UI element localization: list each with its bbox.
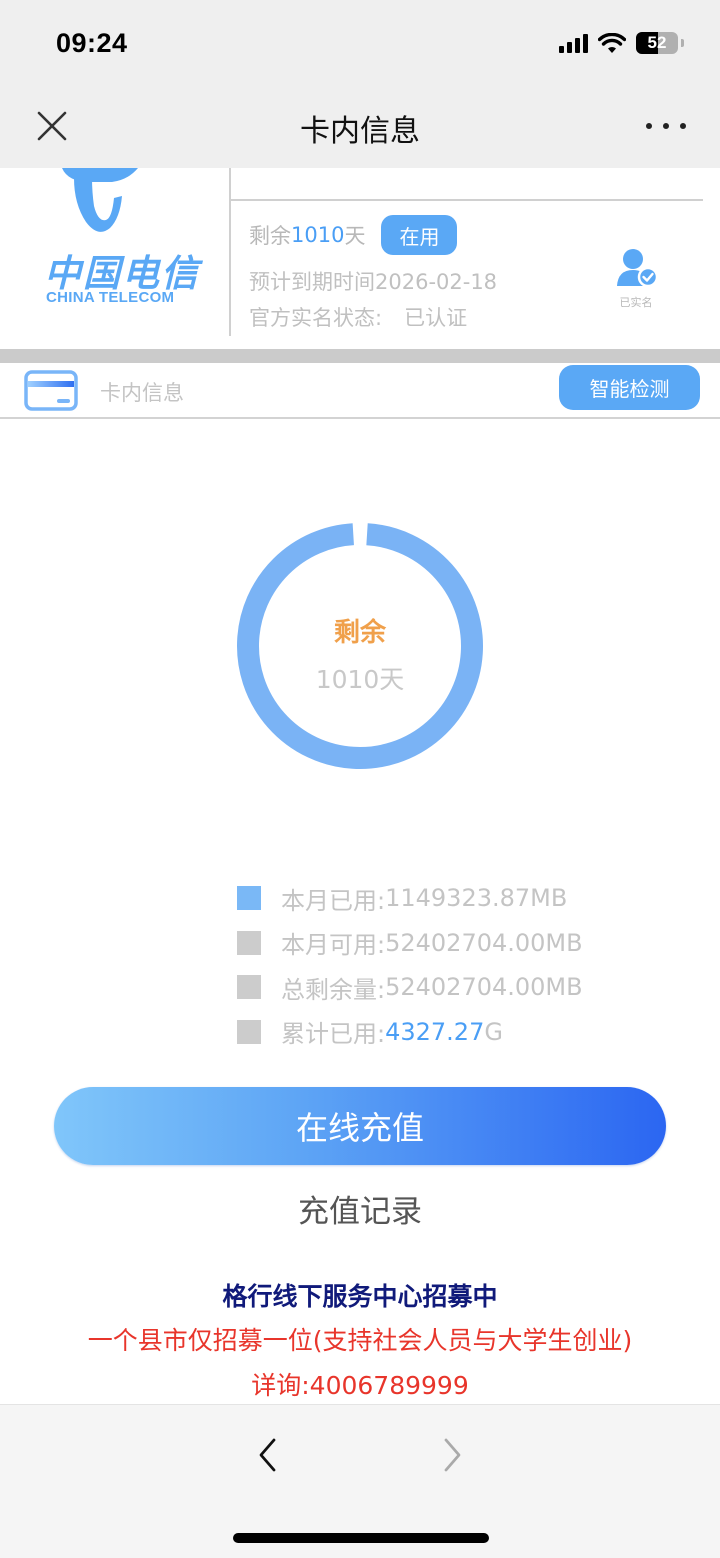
legend-swatch: [237, 1019, 261, 1044]
legend-item-month-available: 本月可用: 52402704.00MB: [237, 921, 583, 966]
section-title: 卡内信息: [100, 381, 184, 405]
card-icon: [24, 370, 78, 411]
legend-swatch: [237, 930, 261, 955]
remaining-suffix: 天: [344, 224, 366, 248]
status-badge: 在用: [381, 215, 458, 255]
realname-label: 官方实名状态:: [249, 306, 383, 330]
expiry-date: 预计到期时间2026-02-18: [249, 270, 498, 294]
horizontal-divider: [231, 199, 703, 201]
battery-level: 52: [647, 33, 667, 52]
online-recharge-button[interactable]: 在线充值: [54, 1087, 666, 1165]
chevron-right-icon: [444, 1438, 461, 1472]
page-title: 卡内信息: [300, 114, 420, 149]
status-icons: 52: [559, 32, 684, 54]
top-bar: 09:24 52 卡内信息: [0, 0, 720, 168]
forward-button[interactable]: [436, 1435, 470, 1475]
promo-subtitle: 一个县市仅招募一位(支持社会人员与大学生创业): [87, 1326, 633, 1355]
signal-icon: [559, 33, 588, 53]
recharge-history-link[interactable]: 充值记录: [0, 1186, 720, 1231]
verified-label: 已实名: [619, 296, 653, 309]
legend-label: 本月已用:: [281, 886, 386, 915]
logo-text-en: CHINA TELECOM: [46, 289, 175, 306]
ring-value: 1010天: [315, 665, 405, 694]
battery-tip: [681, 39, 684, 47]
promo-title: 格行线下服务中心招募中: [222, 1282, 498, 1311]
remaining-days-value: 1010: [291, 223, 345, 247]
section-bar: 卡内信息 智能检测: [0, 363, 720, 419]
promo-contact[interactable]: 详询:4006789999: [0, 1366, 720, 1402]
remaining-days: 剩余 1010 天 在用: [249, 215, 458, 255]
more-button[interactable]: [646, 114, 686, 138]
legend-highlight-value: 4327.27: [385, 1017, 485, 1046]
verified-badge[interactable]: 已实名: [608, 248, 664, 310]
legend-label: 累计已用:: [281, 1020, 386, 1049]
smart-detect-button[interactable]: 智能检测: [559, 365, 700, 410]
usage-legend: 本月已用: 1149323.87MB 本月可用: 52402704.00MB 总剩余…: [237, 876, 583, 1054]
legend-item-month-used: 本月已用: 1149323.87MB: [237, 876, 583, 921]
card-header: 中国电信 CHINA TELECOM 剩余 1010 天 在用 预计到期时间20…: [0, 168, 720, 349]
more-icon-dot: [663, 123, 669, 129]
battery-icon: 52: [636, 32, 678, 54]
section-separator: [0, 349, 720, 363]
home-indicator: [233, 1533, 489, 1543]
legend-value: 52402704.00MB: [385, 928, 583, 957]
more-icon-dot: [646, 123, 652, 129]
legend-item-cumulative-used: 累计已用: 4327.27 G: [237, 1010, 583, 1055]
legend-swatch: [237, 975, 261, 1000]
more-icon-dot: [680, 123, 686, 129]
back-button[interactable]: [250, 1435, 284, 1475]
legend-value: 52402704.00MB: [385, 973, 583, 1002]
vertical-divider: [229, 168, 231, 336]
remaining-prefix: 剩余: [249, 224, 291, 248]
wifi-icon: [598, 32, 626, 53]
chevron-left-icon: [259, 1438, 276, 1472]
legend-label: 本月可用:: [281, 931, 386, 960]
legend-unit: G: [484, 1017, 503, 1046]
ring-label: 剩余: [333, 618, 386, 648]
realname-status: 官方实名状态: 已认证: [249, 302, 467, 332]
legend-item-total-remaining: 总剩余量: 52402704.00MB: [237, 965, 583, 1010]
legend-value: 1149323.87MB: [385, 884, 568, 913]
verified-user-icon: [617, 249, 659, 288]
status-time: 09:24: [56, 28, 128, 58]
browser-toolbar: [0, 1404, 720, 1558]
legend-label: 总剩余量:: [281, 975, 386, 1004]
legend-swatch: [237, 886, 261, 911]
realname-value: 已认证: [404, 306, 468, 330]
